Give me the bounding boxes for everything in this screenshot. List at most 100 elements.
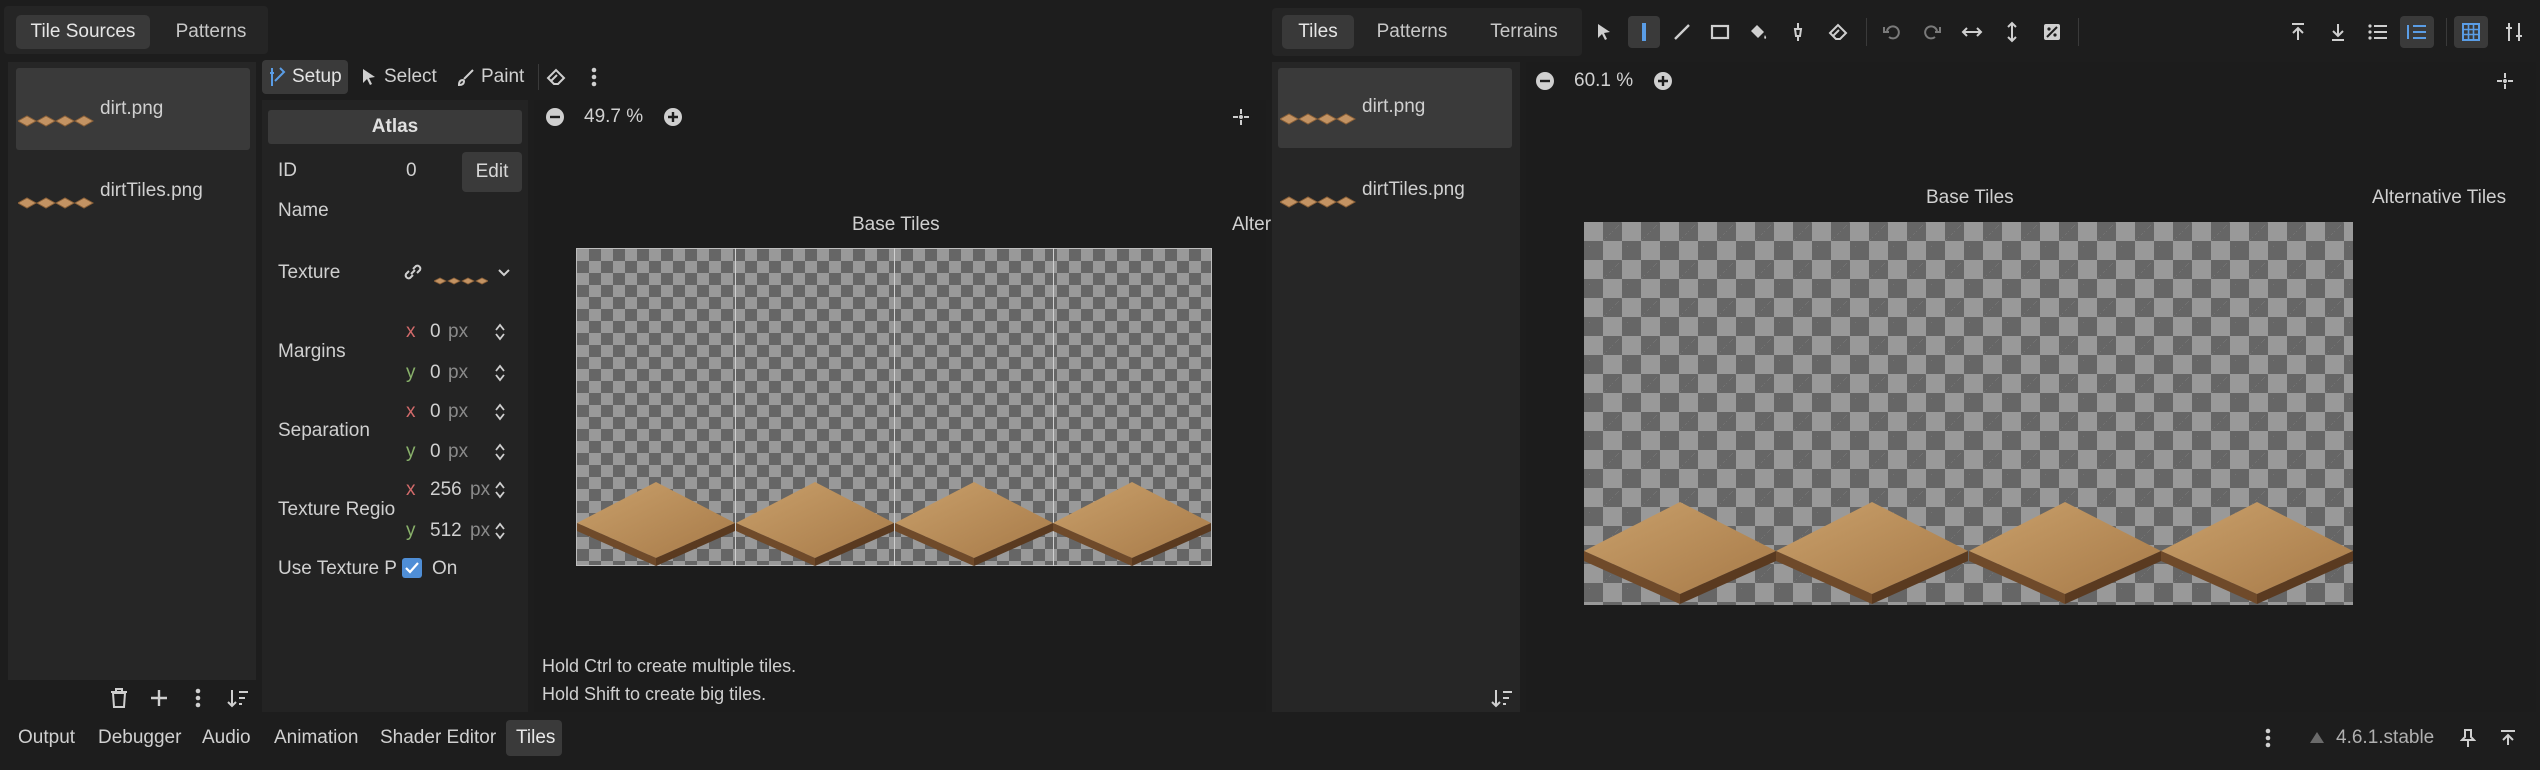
spinner-icon[interactable] [492,441,508,463]
tab-tile-sources[interactable]: Tile Sources [16,15,150,49]
unit-label: px [448,362,469,383]
texture-preview-icon[interactable] [434,276,488,286]
axis-x-label: x [406,479,416,500]
separation-x-value[interactable]: 0 [430,401,441,423]
margins-x-value[interactable]: 0 [430,321,441,343]
chevron-down-icon[interactable] [496,264,512,282]
tab-patterns[interactable]: Patterns [1362,15,1462,49]
alternative-tiles-label: Alternative Tiles [2372,187,2507,208]
rotate-left-icon[interactable] [1880,20,1904,44]
eraser-icon[interactable] [1826,20,1850,44]
tab-tiles[interactable]: Tiles [1282,15,1354,49]
alternative-tiles-label: Alter [1232,214,1272,235]
zoom-in-icon[interactable] [662,106,684,128]
move-up-icon[interactable] [2286,20,2310,44]
expand-panel-icon[interactable] [2496,726,2520,750]
source-thumb-icon [1280,196,1356,208]
spinner-icon[interactable] [492,321,508,343]
sort-icon[interactable] [1490,686,1514,710]
more-vertical-icon[interactable] [190,686,206,710]
atlas-header: Atlas [268,110,522,144]
axis-x-label: x [406,321,416,342]
rotate-right-icon[interactable] [1920,20,1944,44]
engine-icon [2306,726,2328,750]
hint-ctrl: Hold Ctrl to create multiple tiles. [542,656,797,676]
spinner-icon[interactable] [492,401,508,423]
line-tool-icon[interactable] [1670,20,1694,44]
tab-patterns[interactable]: Patterns [158,15,264,49]
id-value[interactable]: 0 [406,160,417,182]
axis-y-label: y [406,520,416,541]
id-label: ID [278,160,297,181]
zoom-level: 60.1 % [1574,70,1634,91]
bottom-tab-output[interactable]: Output [18,727,75,749]
source-name: dirtTiles.png [100,180,203,201]
cursor-icon [360,66,378,88]
margins-y-value[interactable]: 0 [430,362,441,384]
bottom-tab-animation[interactable]: Animation [274,727,359,749]
zoom-level: 49.7 % [584,106,644,127]
paint-tool-icon[interactable] [1632,20,1656,44]
grid-icon[interactable] [2459,20,2483,44]
more-vertical-icon[interactable] [586,64,602,90]
texture-region-label: Texture Regio [278,499,396,520]
tools-icon [268,66,288,88]
axis-x-label: x [406,401,416,422]
bottom-tab-tiles[interactable]: Tiles [516,727,555,749]
delete-icon[interactable] [108,686,130,710]
bottom-tab-shader-editor[interactable]: Shader Editor [380,727,496,749]
source-thumb-icon [18,115,94,127]
picker-tool-icon[interactable] [1786,20,1810,44]
paint-tab[interactable]: Paint [481,66,524,88]
spinner-icon[interactable] [492,520,508,542]
name-input[interactable] [396,196,522,226]
zoom-in-icon[interactable] [1652,70,1674,92]
unit-label: px [448,321,469,342]
bottom-tab-debugger[interactable]: Debugger [98,727,181,749]
link-icon[interactable] [402,260,424,284]
version-label: 4.6.1.stable [2336,727,2435,748]
flip-vertical-icon[interactable] [2000,20,2024,44]
source-name: dirtTiles.png [1362,179,1465,200]
random-tile-icon[interactable] [2040,20,2064,44]
separation-y-value[interactable]: 0 [430,441,441,463]
base-tiles-label: Base Tiles [852,214,940,235]
more-vertical-icon[interactable] [2260,726,2276,750]
rect-tool-icon[interactable] [1708,20,1732,44]
flip-horizontal-icon[interactable] [1960,20,1984,44]
source-thumb-icon [18,197,94,209]
axis-y-label: y [406,441,416,462]
region-y-value[interactable]: 512 [430,520,462,542]
checkbox-checked-icon[interactable] [402,558,422,578]
zoom-out-icon[interactable] [544,106,566,128]
use-texture-padding-value: On [432,558,458,579]
sort-icon[interactable] [226,686,250,710]
region-x-value[interactable]: 256 [430,479,462,501]
hint-shift: Hold Shift to create big tiles. [542,684,767,704]
zoom-out-icon[interactable] [1534,70,1556,92]
brush-icon [456,66,476,88]
spinner-icon[interactable] [492,362,508,384]
settings-sliders-icon[interactable] [2502,20,2526,44]
bucket-fill-icon[interactable] [1746,20,1770,44]
setup-label: Setup [292,66,342,87]
select-tab[interactable]: Select [384,66,437,88]
add-icon[interactable] [148,686,170,710]
eraser-icon[interactable] [544,64,568,90]
layer-highlight-icon[interactable] [2405,20,2429,44]
center-view-icon[interactable] [2494,70,2516,92]
spinner-icon[interactable] [492,479,508,501]
list-view-icon[interactable] [2366,20,2390,44]
source-name: dirt.png [100,98,164,119]
tab-terrains[interactable]: Terrains [1474,15,1574,49]
axis-y-label: y [406,362,416,383]
source-name: dirt.png [1362,96,1426,117]
move-down-icon[interactable] [2326,20,2350,44]
center-view-icon[interactable] [1230,106,1252,128]
source-thumb-icon [1280,113,1356,125]
unit-label: px [448,401,469,422]
select-tool-icon[interactable] [1592,20,1616,44]
edit-button[interactable]: Edit [462,152,522,192]
bottom-tab-audio[interactable]: Audio [202,727,251,749]
pin-icon[interactable] [2456,726,2480,750]
